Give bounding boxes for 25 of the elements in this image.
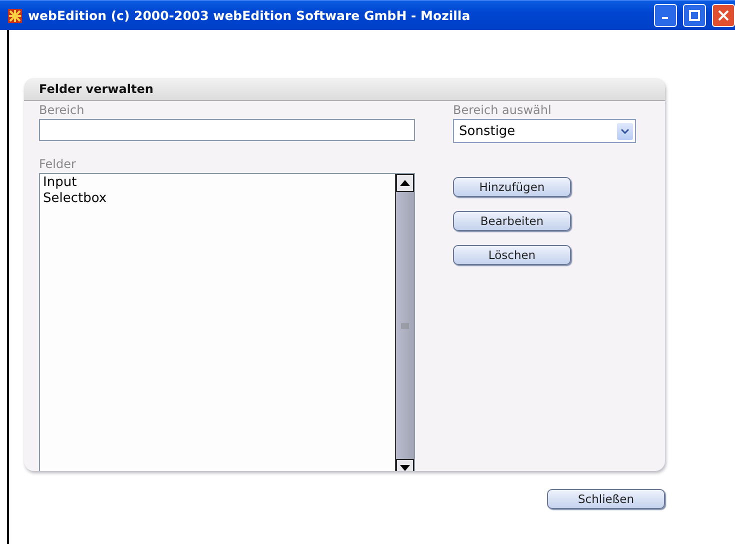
field-label: Bereich: [39, 103, 86, 117]
input-field[interactable]: [39, 119, 415, 141]
window-title: webEdition (c) 2000-2003 webEdition Software GmbH - Mozilla: [28, 8, 472, 23]
panel-title: Felder verwalten: [24, 78, 665, 101]
dropdown[interactable]: Sonstige: [453, 119, 636, 143]
action-button[interactable]: Bearbeiten: [453, 211, 571, 231]
maximize-button[interactable]: [683, 4, 706, 27]
list-item[interactable]: Selectbox: [43, 191, 107, 207]
arrow-up-icon: [400, 180, 410, 186]
field-label: Felder: [39, 157, 77, 171]
action-button[interactable]: Löschen: [453, 245, 571, 265]
field-label: Bereich auswähl: [453, 103, 552, 117]
action-button[interactable]: Hinzufügen: [453, 177, 571, 197]
app-icon: [8, 8, 22, 22]
chevron-down-icon: [621, 128, 629, 134]
minimize-button[interactable]: [654, 4, 677, 27]
grip-icon: [401, 322, 409, 328]
list-item[interactable]: Input: [43, 175, 77, 191]
close-icon: [718, 10, 729, 21]
list-box[interactable]: Input Selectbox: [39, 173, 415, 471]
scrollbar[interactable]: [395, 174, 414, 471]
maximize-icon: [689, 10, 700, 21]
arrow-down-icon: [400, 465, 410, 471]
close-dialog-button[interactable]: Schließen: [547, 489, 665, 509]
close-button[interactable]: [712, 4, 735, 27]
